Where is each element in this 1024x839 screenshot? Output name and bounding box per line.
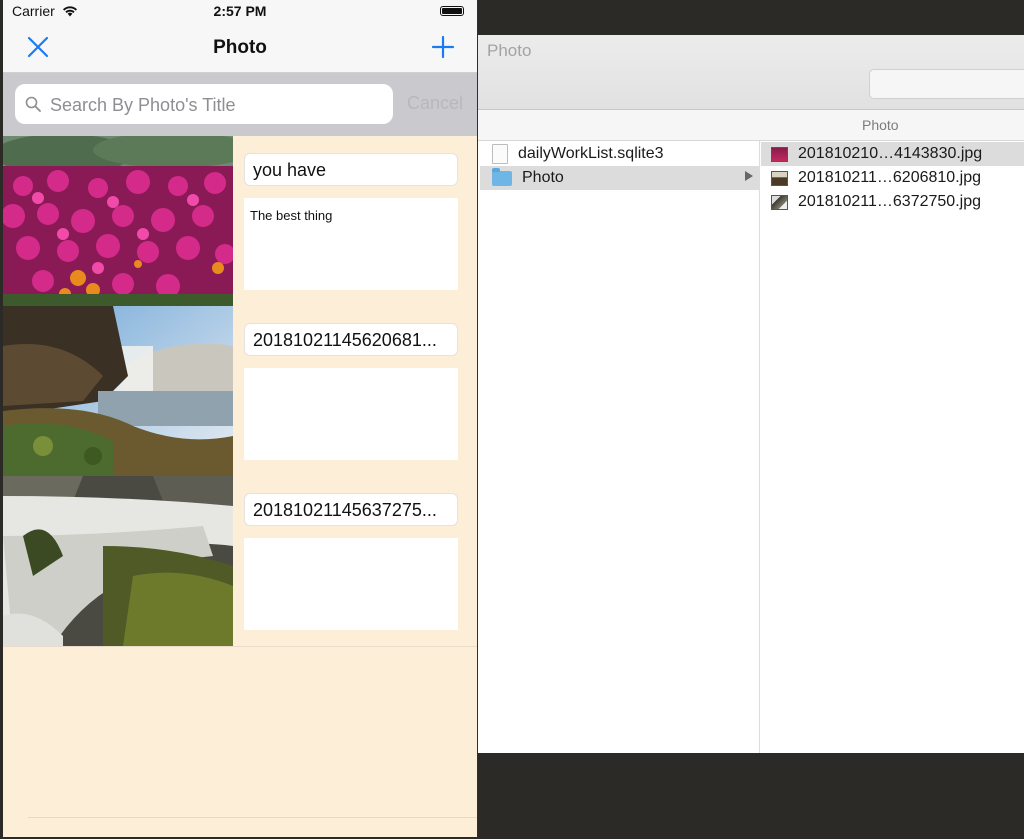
photo-title-field[interactable]: 20181021145620681...: [244, 323, 458, 356]
image-thumbnail-icon: [771, 146, 788, 162]
photo-title-field[interactable]: you have: [244, 153, 458, 186]
document-icon: [492, 144, 508, 164]
photo-thumbnail-flowers[interactable]: [3, 136, 233, 306]
search-icon: [25, 96, 41, 112]
image-thumbnail-icon: [771, 194, 788, 210]
divider: [28, 817, 477, 818]
search-bar: Cancel: [3, 73, 477, 136]
cancel-button[interactable]: Cancel: [407, 93, 463, 114]
finder-column-header: Photo: [470, 110, 1024, 141]
photo-row[interactable]: you have The best thing: [3, 136, 477, 307]
finder-photo-file-label: 201810211…6372750.jpg: [798, 193, 981, 210]
photo-description-field[interactable]: [244, 368, 458, 460]
finder-window: Photo Photo dailyWorkList.sqlite3 Photo …: [470, 35, 1024, 753]
finder-item-sqlite-file[interactable]: dailyWorkList.sqlite3: [492, 142, 752, 166]
finder-column-divider[interactable]: [759, 141, 760, 753]
finder-photo-file-label: 201810211…6206810.jpg: [798, 169, 981, 186]
folder-icon: [492, 167, 512, 186]
finder-photo-file[interactable]: 201810210…4143830.jpg: [761, 142, 1024, 166]
disclosure-arrow-icon: [745, 171, 753, 181]
photo-description-field[interactable]: [244, 538, 458, 630]
finder-toolbar: Photo: [470, 35, 1024, 110]
finder-column-header-label: Photo: [862, 117, 899, 133]
finder-photo-file[interactable]: 201810211…6372750.jpg: [761, 190, 1024, 214]
search-field[interactable]: [15, 84, 393, 126]
photo-title-field[interactable]: 20181021145637275...: [244, 493, 458, 526]
status-time: 2:57 PM: [213, 3, 267, 19]
search-input[interactable]: [48, 84, 392, 126]
finder-photo-file[interactable]: 201810211…6206810.jpg: [761, 166, 1024, 190]
finder-item-label: dailyWorkList.sqlite3: [518, 145, 664, 162]
finder-photo-file-label: 201810210…4143830.jpg: [798, 145, 983, 162]
battery-icon: [440, 6, 464, 16]
photo-description-field[interactable]: The best thing: [244, 198, 458, 290]
finder-window-title: Photo: [487, 41, 532, 60]
page-title: Photo: [213, 37, 267, 58]
ios-simulator-screen: Carrier 2:57 PM Photo Cancel: [3, 0, 478, 837]
image-thumbnail-icon: [771, 170, 788, 186]
status-bar: Carrier 2:57 PM: [3, 0, 477, 23]
finder-item-photo-folder[interactable]: Photo: [480, 166, 759, 190]
add-icon[interactable]: [431, 35, 455, 59]
navigation-bar: Photo: [3, 23, 477, 73]
photo-row[interactable]: 20181021145620681...: [3, 306, 477, 477]
photo-thumbnail-mossy-waterfall[interactable]: [3, 476, 233, 646]
photo-row[interactable]: 20181021145637275...: [3, 476, 477, 647]
finder-item-label: Photo: [522, 169, 564, 186]
photo-thumbnail-waterfall[interactable]: [3, 306, 233, 476]
finder-search-field[interactable]: [869, 69, 1024, 99]
